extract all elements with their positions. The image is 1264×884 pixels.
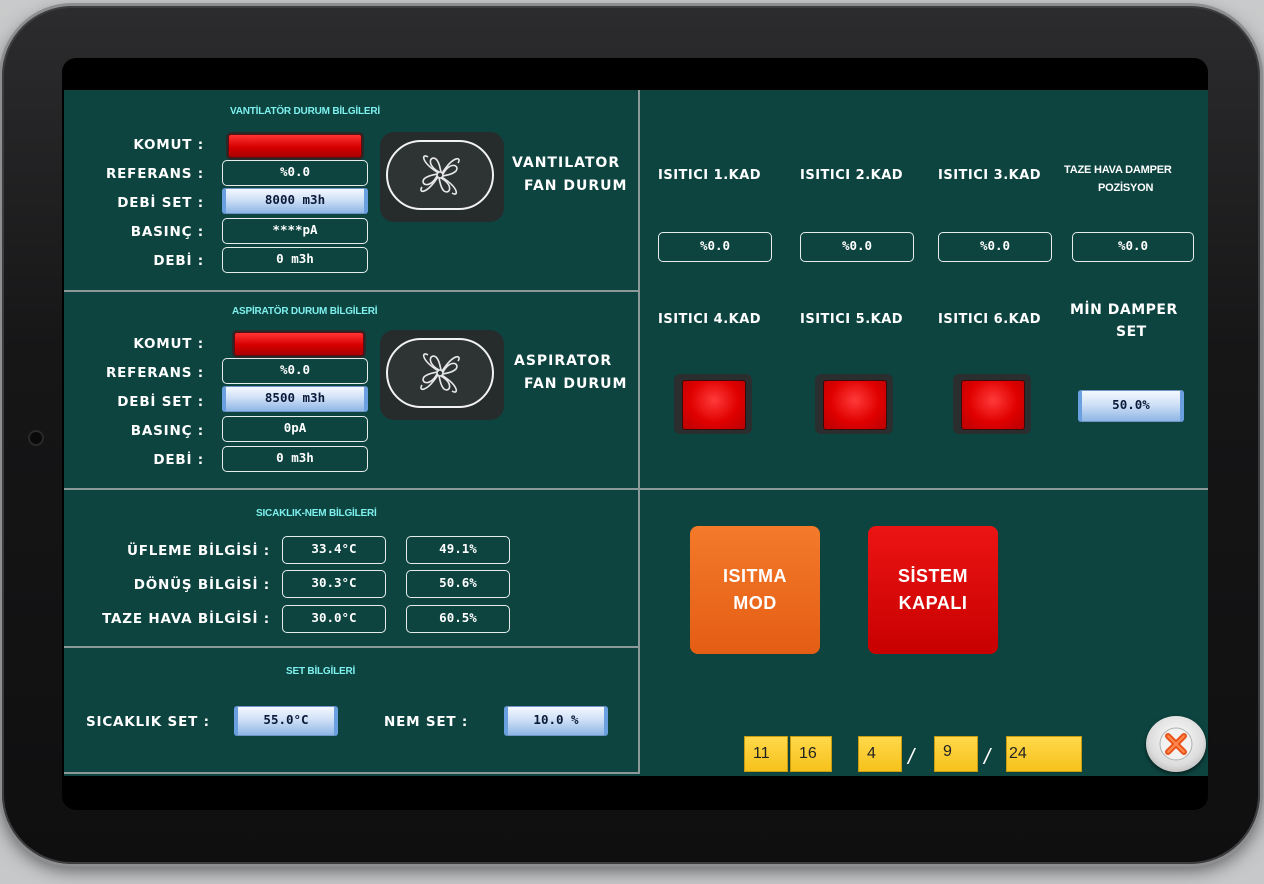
debi-set-label: DEBİ SET :	[117, 394, 204, 410]
divider-bottom	[64, 772, 640, 774]
ufleme-label: ÜFLEME BİLGİSİ :	[126, 543, 270, 559]
donus-hum-value: 50.6%	[406, 570, 510, 598]
taze-hava-temp-value: 30.0°C	[282, 605, 386, 633]
aspirator-referans-value: %0.0	[222, 358, 368, 384]
min-damper-label-2: SET	[1116, 324, 1147, 340]
donus-label: DÖNÜŞ BİLGİSİ :	[133, 577, 270, 593]
vantilator-fan-button[interactable]	[380, 132, 504, 222]
sicaklik-set-input[interactable]: 55.0°C	[234, 706, 338, 736]
heater-3-value: %0.0	[938, 232, 1052, 262]
set-title: SET BİLGİLERİ	[286, 666, 356, 677]
divider-3	[64, 646, 640, 648]
damper-label-2: POZİSYON	[1098, 182, 1154, 194]
vertical-divider	[638, 90, 640, 774]
vantilator-fan-label-1: VANTILATOR	[512, 155, 621, 171]
referans-label: REFERANS :	[105, 365, 204, 381]
minute-field[interactable]: 16	[790, 736, 832, 772]
day-field[interactable]: 4	[858, 736, 902, 772]
close-button[interactable]	[1146, 716, 1206, 772]
aspirator-debi-value: 0 m3h	[222, 446, 368, 472]
debi-label: DEBİ :	[153, 452, 204, 468]
vantilator-debi-set-input[interactable]: 8000 m3h	[222, 188, 368, 214]
debi-label: DEBİ :	[153, 253, 204, 269]
heater-1-label: ISITICI 1.KAD	[658, 168, 762, 183]
aspirator-fan-label-1: ASPIRATOR	[514, 353, 613, 369]
basinc-label: BASINÇ :	[130, 423, 204, 439]
vantilator-komut-indicator	[228, 134, 362, 158]
date-separator: /	[984, 744, 991, 769]
vantilator-debi-value: 0 m3h	[222, 247, 368, 273]
divider-2	[64, 488, 1208, 490]
fan-icon	[420, 353, 460, 393]
ufleme-hum-value: 49.1%	[406, 536, 510, 564]
aspirator-debi-set-input[interactable]: 8500 m3h	[222, 386, 368, 412]
heater-4-label: ISITICI 4.KAD	[658, 312, 762, 327]
vantilator-title: VANTİLATÖR DURUM BİLGİLERİ	[230, 106, 380, 117]
sicaklik-set-label: SICAKLIK SET :	[86, 714, 210, 730]
isitma-mod-button[interactable]: ISITMA MOD	[690, 526, 820, 654]
camera-dot	[30, 432, 42, 444]
close-icon	[1159, 727, 1193, 761]
sicaklik-nem-title: SICAKLIK-NEM BİLGİLERİ	[256, 508, 377, 519]
date-separator: /	[908, 744, 915, 769]
basinc-label: BASINÇ :	[130, 224, 204, 240]
aspirator-title: ASPİRATÖR DURUM BİLGİLERİ	[232, 306, 378, 317]
heater-1-value: %0.0	[658, 232, 772, 262]
taze-hava-label: TAZE HAVA BİLGİSİ :	[102, 611, 270, 627]
year-field[interactable]: 24	[1006, 736, 1082, 772]
referans-label: REFERANS :	[105, 166, 204, 182]
sistem-kapali-button[interactable]: SİSTEM KAPALI	[868, 526, 998, 654]
month-field[interactable]: 9	[934, 736, 978, 772]
heater-2-label: ISITICI 2.KAD	[800, 168, 904, 183]
taze-hava-hum-value: 60.5%	[406, 605, 510, 633]
komut-label: KOMUT :	[133, 137, 204, 153]
min-damper-set-input[interactable]: 50.0%	[1078, 390, 1184, 422]
heater-5-indicator	[815, 374, 893, 434]
heater-2-value: %0.0	[800, 232, 914, 262]
heater-6-indicator	[953, 374, 1031, 434]
damper-value: %0.0	[1072, 232, 1194, 262]
aspirator-fan-button[interactable]	[380, 330, 504, 420]
donus-temp-value: 30.3°C	[282, 570, 386, 598]
vantilator-basinc-value: ****pA	[222, 218, 368, 244]
aspirator-komut-indicator	[234, 332, 364, 356]
vantilator-referans-value: %0.0	[222, 160, 368, 186]
heater-5-label: ISITICI 5.KAD	[800, 312, 904, 327]
heater-3-label: ISITICI 3.KAD	[938, 168, 1042, 183]
heater-6-label: ISITICI 6.KAD	[938, 312, 1042, 327]
aspirator-fan-label-2: FAN DURUM	[524, 376, 628, 392]
aspirator-basinc-value: 0pA	[222, 416, 368, 442]
komut-label: KOMUT :	[133, 336, 204, 352]
min-damper-label-1: MİN DAMPER	[1070, 302, 1178, 318]
debi-set-label: DEBİ SET :	[117, 195, 204, 211]
fan-icon	[420, 155, 460, 195]
divider-1	[64, 290, 640, 292]
nem-set-label: NEM SET :	[384, 714, 469, 730]
nem-set-input[interactable]: 10.0 %	[504, 706, 608, 736]
vantilator-fan-label-2: FAN DURUM	[524, 178, 628, 194]
damper-label-1: TAZE HAVA DAMPER	[1064, 164, 1172, 176]
heater-4-indicator	[674, 374, 752, 434]
ufleme-temp-value: 33.4°C	[282, 536, 386, 564]
hour-field[interactable]: 11	[744, 736, 788, 772]
